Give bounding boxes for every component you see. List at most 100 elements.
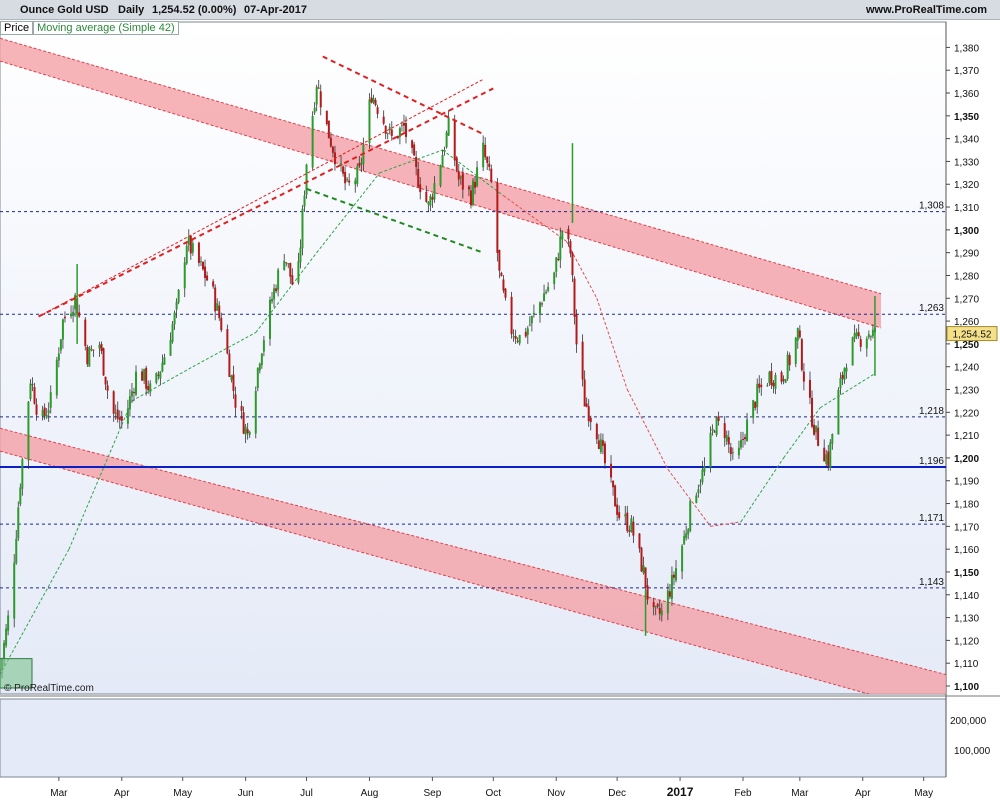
candle-body [703,466,706,472]
candle-body [100,343,103,351]
candle-body [754,402,757,409]
candle [455,155,458,173]
candle-body [739,439,742,448]
candle-body [70,313,73,317]
candle-body [774,375,777,389]
candle-body [242,412,245,434]
y-tick-label: 1,240 [954,363,979,374]
candle-body [114,412,117,414]
candle-body [374,99,377,106]
candle [197,241,200,267]
candle-body [299,247,302,263]
candle-body [104,376,107,385]
candle-body [727,437,730,445]
candle-body [143,368,146,381]
candle-body [504,288,507,298]
candle-body [447,117,450,136]
candle [510,291,513,339]
candle-body [675,568,678,581]
candle-body [277,269,280,290]
candle-body [72,311,75,316]
candle-body [415,156,418,167]
candle-body [666,590,669,614]
candle-body [47,410,50,414]
candle-body [644,567,647,588]
candle-body [717,416,720,421]
candle-body [457,171,460,180]
candle-body [474,181,477,188]
candle-body [202,261,205,270]
candle-body [829,442,832,468]
candle-body [92,349,95,351]
candle-body [756,384,759,408]
candle-body [668,591,671,597]
candle-body [825,454,828,464]
volume-panel [0,698,947,778]
candle-body [128,396,131,410]
level-label: 1,218 [919,406,944,417]
candle-body [29,383,32,400]
y-tick-label: 1,180 [954,500,979,511]
candle [171,320,174,344]
candle [439,164,442,188]
volume-tick-label: 200,000 [950,716,987,727]
candle-body [581,341,584,380]
candle-body [443,149,446,152]
candle-body [486,156,489,163]
candle-body [715,417,718,435]
candle [709,426,712,473]
candle-body [616,504,619,515]
candle-body [175,301,178,310]
candle-body [159,371,162,379]
candle-body [228,353,231,377]
candle [851,336,854,366]
candle-body [427,202,430,205]
candle-body [354,180,357,185]
candle [155,372,158,385]
candle-body [7,615,10,631]
candle-body [327,120,330,139]
candle [202,261,205,271]
candle-body [216,303,219,311]
legend-price[interactable]: Price [0,21,34,35]
candle-body [687,529,690,535]
candle-body [770,371,773,386]
candle-body [725,434,728,442]
candle-body [772,382,775,387]
candle-body [585,403,588,407]
y-tick-label: 1,120 [954,636,979,647]
candle-body [467,186,470,190]
candle-body [78,312,81,317]
x-tick-label: Oct [486,788,502,799]
candle-body [248,431,251,435]
candle-body [510,296,513,335]
candle-body [867,334,870,338]
candle-body [841,374,844,379]
candle-body [697,489,700,493]
candle-body [788,355,791,366]
candle-body [396,136,399,139]
price-chart[interactable]: 1,100 1,110 1,120 1,130 1,140 1,150 1,160 1,170… [0,0,1000,800]
candle-body [189,235,192,254]
candle-body [831,433,834,444]
candle-body [626,512,629,531]
legend-moving-average[interactable]: Moving average (Simple 42) [33,21,179,35]
candle-body [496,182,499,253]
candle-body [106,385,109,391]
candle-body [624,514,627,517]
y-tick-label: 1,150 [954,568,979,579]
candle [13,554,16,628]
candle-body [244,426,247,435]
candle [256,367,259,392]
candle [784,378,787,384]
candle-body [689,500,692,531]
candle-body [145,367,148,389]
candle-body [595,424,598,440]
candle [327,120,330,139]
y-tick-label: 1,370 [954,66,979,77]
candle [453,114,456,167]
candle-body [191,243,194,253]
candle-body [488,163,491,167]
candle-body [342,166,345,174]
y-tick-label: 1,250 [954,340,979,351]
